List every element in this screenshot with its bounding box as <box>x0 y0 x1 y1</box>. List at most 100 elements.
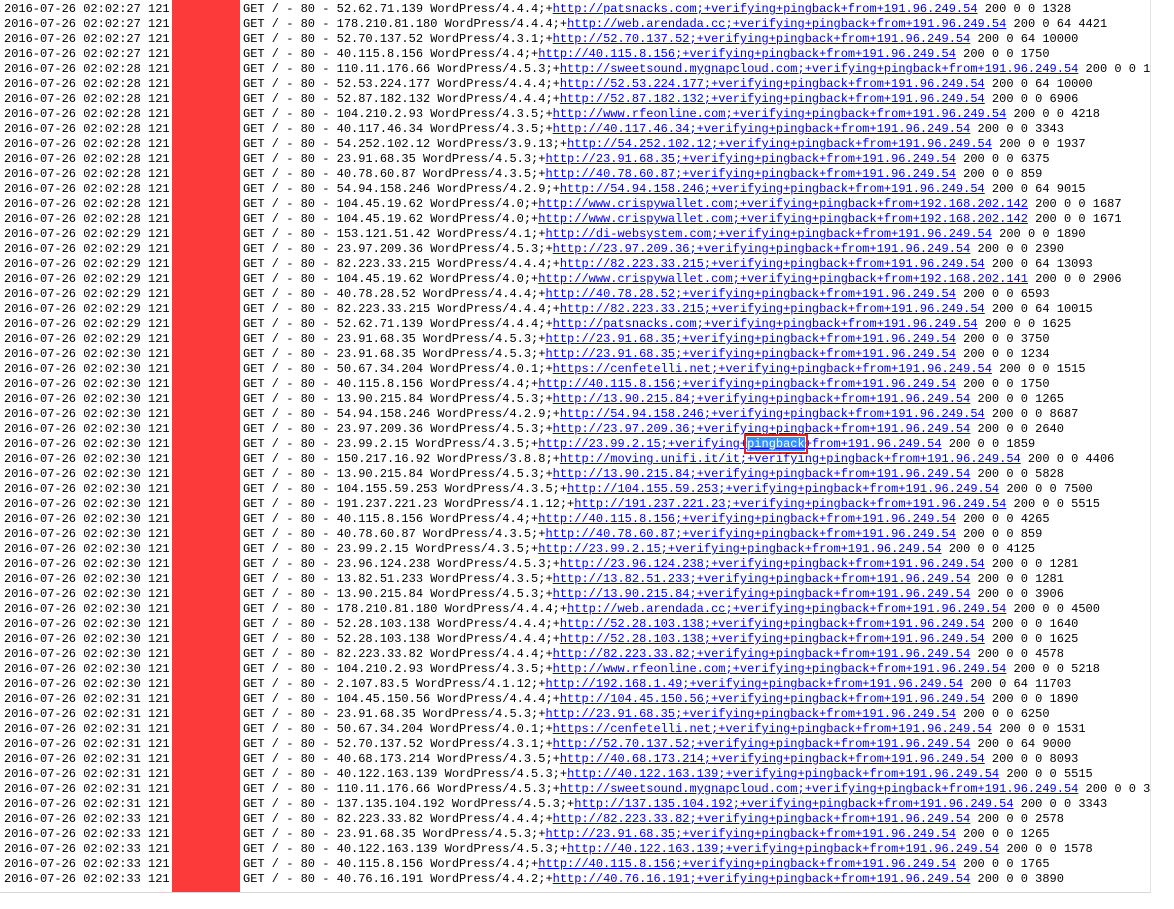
log-row: 2016-07-26 02:02:30 121. GET / - 80 - 150… <box>4 452 1114 467</box>
log-request: GET / - 80 - 50.67.34.204 WordPress/4.0.… <box>243 362 553 376</box>
log-request: GET / - 80 - 40.117.46.34 WordPress/4.3.… <box>243 122 553 136</box>
log-url-link[interactable]: http://137.135.104.192;+verifying+pingba… <box>574 797 1013 811</box>
log-url-link[interactable]: http://192.168.1.49;+verifying+pingback+… <box>545 677 963 691</box>
log-url-link[interactable]: http://40.78.28.52;+verifying+pingback+f… <box>545 287 955 301</box>
log-row: 2016-07-26 02:02:29 121. GET / - 80 - 82.… <box>4 302 1093 317</box>
log-status: 200 0 0 6906 <box>984 92 1079 106</box>
log-url-link[interactable]: http://moving.unifi.it/it;+verifying+pin… <box>560 452 1021 466</box>
log-status: 200 0 0 2578 <box>970 812 1064 826</box>
log-status: 200 0 0 1859 <box>941 437 1036 451</box>
log-url-link[interactable]: http://82.223.33.82;+verifying+pingback+… <box>553 812 971 826</box>
log-url-link[interactable]: http://191.237.221.23;+verifying+pingbac… <box>574 497 1006 511</box>
log-url-link[interactable]: http://104.45.150.56;+verifying+pingback… <box>560 692 985 706</box>
log-url-link[interactable]: http://www.crispywallet.com;+verifying+p… <box>538 212 1028 226</box>
log-url-link[interactable]: http://40.115.8.156;+verifying+pingback+… <box>538 377 956 391</box>
log-url-link[interactable]: http://23.91.68.35;+verifying+pingback+f… <box>545 152 955 166</box>
log-url-link[interactable]: http://52.70.137.52;+verifying+pingback+… <box>553 737 971 751</box>
log-url-link[interactable]: http://54.94.158.246;+verifying+pingback… <box>560 182 985 196</box>
log-status: 200 0 0 1265 <box>955 827 1050 841</box>
log-status: 200 0 0 4125 <box>941 542 1036 556</box>
log-status: 200 0 0 1750 <box>955 377 1050 391</box>
log-url-link[interactable]: http://www.rfeonline.com;+verifying+ping… <box>553 662 1007 676</box>
log-viewer[interactable]: 2016-07-26 02:02:27 121. GET / - 80 - 52.… <box>0 0 1151 893</box>
log-url-link[interactable]: http://52.28.103.138;+verifying+pingback… <box>560 632 985 646</box>
log-url-link[interactable]: https://cenfetelli.net;+verifying+pingba… <box>553 362 992 376</box>
log-url-link[interactable]: http://40.78.60.87;+verifying+pingback+f… <box>545 527 955 541</box>
log-row: 2016-07-26 02:02:30 121. GET / - 80 - 23.… <box>4 434 1036 454</box>
log-url-link[interactable]: http://13.90.215.84;+verifying+pingback+… <box>553 587 971 601</box>
log-row: 2016-07-26 02:02:30 121. GET / - 80 - 23.… <box>4 347 1050 362</box>
log-url-link[interactable]: http://40.76.16.191;+verifying+pingback+… <box>553 872 971 886</box>
log-request: GET / - 80 - 23.91.68.35 WordPress/4.5.3… <box>243 827 546 841</box>
redaction-block <box>172 0 240 892</box>
log-url-link[interactable]: http://40.122.163.139;+verifying+pingbac… <box>567 842 999 856</box>
log-url-link[interactable]: http://40.115.8.156;+verifying+pingback+… <box>538 512 956 526</box>
search-highlight: pingback <box>744 434 808 454</box>
log-url-link[interactable]: http://13.82.51.233;+verifying+pingback+… <box>553 572 971 586</box>
log-row: 2016-07-26 02:02:30 121. GET / - 80 - 23.… <box>4 422 1064 437</box>
log-url-link[interactable]: http://di-websystem.com;+verifying+pingb… <box>545 227 991 241</box>
log-url-link[interactable]: http://sweetsound.mygnapcloud.com;+verif… <box>560 782 1078 796</box>
log-url-link[interactable]: http://13.90.215.84;+verifying+pingback+… <box>553 467 971 481</box>
log-row: 2016-07-26 02:02:28 121. GET / - 80 - 40.… <box>4 122 1064 137</box>
log-request: GET / - 80 - 23.91.68.35 WordPress/4.5.3… <box>243 332 546 346</box>
log-url-link[interactable]: http://23.97.209.36;+verifying+pingback+… <box>553 242 971 256</box>
log-url-link[interactable]: http://82.223.33.82;+verifying+pingback+… <box>553 647 971 661</box>
log-url-link[interactable]: http://sweetsound.mygnapcloud.com;+verif… <box>560 62 1078 76</box>
log-url-link[interactable]: http://52.53.224.177;+verifying+pingback… <box>560 77 985 91</box>
log-row: 2016-07-26 02:02:33 121. GET / - 80 - 40.… <box>4 857 1050 872</box>
log-url-link[interactable]: http://40.115.8.156;+verifying+pingback+… <box>538 47 956 61</box>
log-url-link[interactable]: http://52.87.182.132;+verifying+pingback… <box>560 92 985 106</box>
log-url-link[interactable]: http://52.70.137.52;+verifying+pingback+… <box>553 32 971 46</box>
log-url-link[interactable]: http://patsnacks.com;+verifying+pingback… <box>553 2 978 16</box>
log-status: 200 0 64 11703 <box>963 677 1072 691</box>
log-row: 2016-07-26 02:02:29 121. GET / - 80 - 52.… <box>4 317 1071 332</box>
log-url-link[interactable]: http://40.78.60.87;+verifying+pingback+f… <box>545 167 955 181</box>
log-request: GET / - 80 - 13.90.215.84 WordPress/4.5.… <box>243 587 553 601</box>
log-request: GET / - 80 - 104.155.59.253 WordPress/4.… <box>243 482 568 496</box>
log-url-link[interactable]: http://40.115.8.156;+verifying+pingback+… <box>538 857 956 871</box>
log-request: GET / - 80 - 40.76.16.191 WordPress/4.4.… <box>243 872 553 886</box>
log-url-link[interactable]: http://40.117.46.34;+verifying+pingback+… <box>553 122 971 136</box>
log-url-link[interactable]: http://patsnacks.com;+verifying+pingback… <box>553 317 978 331</box>
log-status: 200 0 64 13093 <box>984 257 1093 271</box>
log-url-link[interactable]: http://23.91.68.35;+verifying+pingback+f… <box>545 332 955 346</box>
log-request: GET / - 80 - 52.70.137.52 WordPress/4.3.… <box>243 32 553 46</box>
log-status: 200 0 64 4421 <box>1006 17 1108 31</box>
log-url-link[interactable]: http://www.crispywallet.com;+verifying+p… <box>538 272 1028 286</box>
log-row: 2016-07-26 02:02:29 121. GET / - 80 - 40.… <box>4 287 1050 302</box>
log-url-link[interactable]: http://54.252.102.12;+verifying+pingback… <box>567 137 992 151</box>
log-url-link[interactable]: http://52.28.103.138;+verifying+pingback… <box>560 617 985 631</box>
log-url-link[interactable]: http://23.91.68.35;+verifying+pingback+f… <box>545 827 955 841</box>
log-status: 200 0 0 6375 <box>955 152 1050 166</box>
log-url-link[interactable]: http://23.91.68.35;+verifying+pingback+f… <box>545 347 955 361</box>
log-request: GET / - 80 - 52.62.71.139 WordPress/4.4.… <box>243 317 553 331</box>
log-status: 200 0 0 3343 <box>1013 797 1108 811</box>
log-url-link[interactable]: http://13.90.215.84;+verifying+pingback+… <box>553 392 971 406</box>
log-row: 2016-07-26 02:02:29 121. GET / - 80 - 82.… <box>4 257 1093 272</box>
log-status: 200 0 0 4218 <box>1006 107 1100 121</box>
log-row: 2016-07-26 02:02:30 121. GET / - 80 - 54.… <box>4 407 1078 422</box>
log-url-link[interactable]: http://web.arendada.cc;+verifying+pingba… <box>567 17 1006 31</box>
log-url-link[interactable]: https://cenfetelli.net;+verifying+pingba… <box>553 722 992 736</box>
log-url-link[interactable]: http://82.223.33.215;+verifying+pingback… <box>560 257 985 271</box>
log-request: GET / - 80 - 137.135.104.192 WordPress/4… <box>243 797 575 811</box>
log-url-link[interactable]: http://23.96.124.238;+verifying+pingback… <box>560 557 985 571</box>
log-url-link[interactable]: http://54.94.158.246;+verifying+pingback… <box>560 407 985 421</box>
log-url-link[interactable]: http://82.223.33.215;+verifying+pingback… <box>560 302 985 316</box>
log-url-link[interactable]: http://23.99.2.15;+verifying+pingback+fr… <box>538 542 941 556</box>
log-url-link[interactable]: http://23.99.2.15;+verifying+pingback+fr… <box>538 434 942 454</box>
log-row: 2016-07-26 02:02:30 121. GET / - 80 - 13.… <box>4 392 1064 407</box>
log-url-link[interactable]: http://40.122.163.139;+verifying+pingbac… <box>567 767 999 781</box>
log-url-link[interactable]: http://23.97.209.36;+verifying+pingback+… <box>553 422 971 436</box>
log-status: 200 0 0 3906 <box>970 587 1064 601</box>
log-url-link[interactable]: http://web.arendada.cc;+verifying+pingba… <box>567 602 1006 616</box>
log-url-link[interactable]: http://104.155.59.253;+verifying+pingbac… <box>567 482 999 496</box>
log-row: 2016-07-26 02:02:33 121. GET / - 80 - 40.… <box>4 842 1093 857</box>
log-status: 200 0 0 1640 <box>984 617 1079 631</box>
log-row: 2016-07-26 02:02:28 121. GET / - 80 - 40.… <box>4 167 1042 182</box>
log-url-link[interactable]: http://23.91.68.35;+verifying+pingback+f… <box>545 707 955 721</box>
log-url-link[interactable]: http://40.68.173.214;+verifying+pingback… <box>560 752 985 766</box>
log-url-link[interactable]: http://www.crispywallet.com;+verifying+p… <box>538 197 1028 211</box>
log-url-link[interactable]: http://www.rfeonline.com;+verifying+ping… <box>553 107 1007 121</box>
